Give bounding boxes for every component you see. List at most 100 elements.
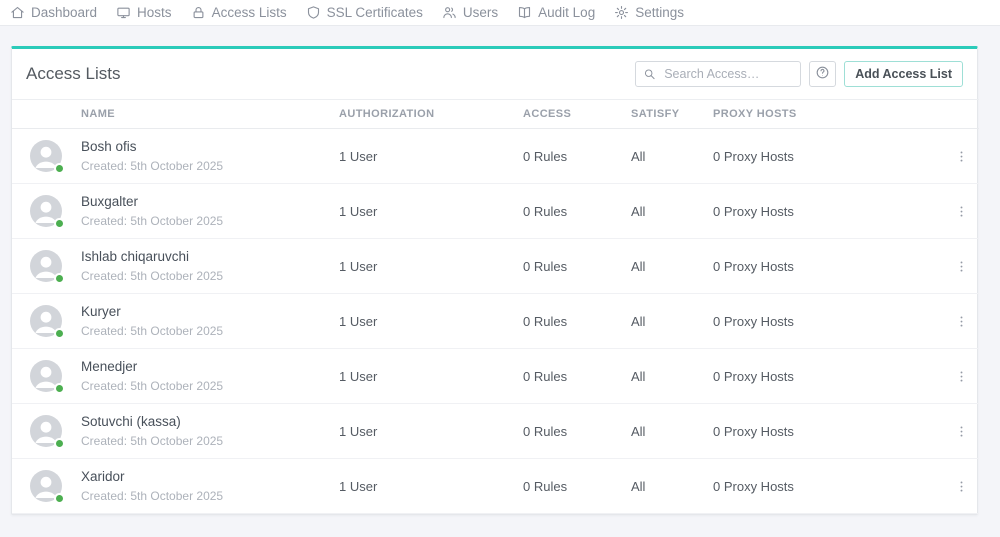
column-header-access: ACCESS — [523, 99, 631, 129]
nav-item-label: Hosts — [137, 5, 172, 20]
lock-icon — [191, 5, 206, 20]
access-list-name: Buxgalter — [81, 194, 139, 210]
avatar — [29, 139, 65, 174]
nav-item-hosts[interactable]: Hosts — [116, 5, 172, 20]
access-lists-card: Access Lists Add Access List NAME AUTHOR… — [11, 46, 979, 515]
online-status-dot — [54, 328, 65, 339]
avatar — [29, 414, 65, 449]
proxy-hosts-cell: 0 Proxy Hosts — [713, 403, 951, 459]
proxy-hosts-cell: 0 Proxy Hosts — [713, 183, 951, 239]
nav-item-users[interactable]: Users — [442, 5, 498, 20]
access-list-name: Kuryer — [81, 304, 121, 320]
satisfy-cell: All — [631, 183, 713, 239]
nav-item-label: SSL Certificates — [326, 5, 423, 20]
column-header-satisfy: SATISFY — [631, 99, 713, 129]
table-row: Bosh ofis Created: 5th October 2025 1 Us… — [12, 128, 979, 184]
online-status-dot — [54, 163, 65, 174]
access-list-created: Created: 5th October 2025 — [81, 488, 224, 503]
nav-item-label: Dashboard — [31, 5, 98, 20]
satisfy-cell: All — [631, 293, 713, 349]
gear-icon — [614, 5, 629, 20]
search-input[interactable] — [635, 61, 802, 87]
online-status-dot — [54, 493, 65, 504]
table-row: Buxgalter Created: 5th October 2025 1 Us… — [12, 183, 979, 239]
table-row: Kuryer Created: 5th October 2025 1 User … — [12, 293, 979, 349]
column-header-avatar — [12, 99, 81, 129]
online-status-dot — [54, 383, 65, 394]
access-cell: 0 Rules — [523, 348, 631, 404]
column-header-proxy-hosts: PROXY HOSTS — [713, 99, 951, 129]
nav-item-dashboard[interactable]: Dashboard — [10, 5, 97, 20]
nav-item-label: Settings — [635, 5, 684, 20]
access-cell: 0 Rules — [523, 128, 631, 184]
authorization-cell: 1 User — [339, 458, 523, 514]
satisfy-cell: All — [631, 128, 713, 184]
access-list-created: Created: 5th October 2025 — [81, 378, 224, 393]
column-header-authorization: AUTHORIZATION — [339, 99, 523, 129]
authorization-cell: 1 User — [339, 238, 523, 294]
avatar — [29, 469, 65, 504]
access-list-created: Created: 5th October 2025 — [81, 323, 224, 338]
avatar — [29, 194, 65, 229]
access-list-name: Bosh ofis — [81, 139, 137, 155]
table-header-row: NAME AUTHORIZATION ACCESS SATISFY PROXY … — [12, 99, 979, 129]
access-list-name: Sotuvchi (kassa) — [81, 414, 181, 430]
navbar: Dashboard Hosts Access Lists SSL Certificat… — [0, 0, 1000, 26]
proxy-hosts-cell: 0 Proxy Hosts — [713, 348, 951, 404]
satisfy-cell: All — [631, 458, 713, 514]
authorization-cell: 1 User — [339, 183, 523, 239]
proxy-hosts-cell: 0 Proxy Hosts — [713, 128, 951, 184]
kebab-menu-icon[interactable] — [951, 252, 971, 280]
proxy-hosts-cell: 0 Proxy Hosts — [713, 238, 951, 294]
column-header-actions — [951, 99, 979, 129]
kebab-menu-icon[interactable] — [951, 307, 971, 335]
table-row: Sotuvchi (kassa) Created: 5th October 20… — [12, 403, 979, 459]
authorization-cell: 1 User — [339, 128, 523, 184]
kebab-menu-icon[interactable] — [951, 142, 971, 170]
nav-item-label: Audit Log — [538, 5, 596, 20]
nav-item-label: Access Lists — [211, 5, 287, 20]
kebab-menu-icon[interactable] — [951, 472, 971, 500]
access-list-created: Created: 5th October 2025 — [81, 213, 224, 228]
avatar — [29, 359, 65, 394]
access-cell: 0 Rules — [523, 403, 631, 459]
access-lists-table: NAME AUTHORIZATION ACCESS SATISFY PROXY … — [12, 99, 979, 514]
help-circle-icon — [815, 65, 830, 83]
access-list-name: Menedjer — [81, 359, 138, 375]
access-list-created: Created: 5th October 2025 — [81, 433, 224, 448]
access-list-created: Created: 5th October 2025 — [81, 158, 224, 173]
search-box — [635, 61, 802, 87]
authorization-cell: 1 User — [339, 293, 523, 349]
avatar — [29, 249, 65, 284]
online-status-dot — [54, 218, 65, 229]
nav-item-access-lists[interactable]: Access Lists — [191, 5, 287, 20]
kebab-menu-icon[interactable] — [951, 417, 971, 445]
proxy-hosts-cell: 0 Proxy Hosts — [713, 458, 951, 514]
satisfy-cell: All — [631, 403, 713, 459]
kebab-menu-icon[interactable] — [951, 197, 971, 225]
nav-item-ssl-certificates[interactable]: SSL Certificates — [306, 5, 423, 20]
shield-icon — [306, 5, 321, 20]
table-row: Ishlab chiqaruvchi Created: 5th October … — [12, 238, 979, 294]
nav-item-audit-log[interactable]: Audit Log — [517, 5, 595, 20]
users-icon — [442, 5, 457, 20]
help-button[interactable] — [809, 61, 837, 87]
book-icon — [517, 5, 532, 20]
table-row: Menedjer Created: 5th October 2025 1 Use… — [12, 348, 979, 404]
nav-item-settings[interactable]: Settings — [614, 5, 684, 20]
access-cell: 0 Rules — [523, 458, 631, 514]
table-row: Xaridor Created: 5th October 2025 1 User… — [12, 458, 979, 514]
monitor-icon — [116, 5, 131, 20]
access-list-name: Xaridor — [81, 469, 125, 485]
access-cell: 0 Rules — [523, 238, 631, 294]
access-list-created: Created: 5th October 2025 — [81, 268, 224, 283]
search-icon — [643, 68, 656, 81]
column-header-name: NAME — [81, 99, 339, 129]
access-list-name: Ishlab chiqaruvchi — [81, 249, 190, 265]
kebab-menu-icon[interactable] — [951, 362, 971, 390]
online-status-dot — [54, 438, 65, 449]
header-controls: Add Access List — [635, 61, 963, 87]
card-header: Access Lists Add Access List — [12, 49, 977, 99]
add-access-list-button[interactable]: Add Access List — [844, 61, 963, 87]
nav-item-label: Users — [462, 5, 499, 20]
